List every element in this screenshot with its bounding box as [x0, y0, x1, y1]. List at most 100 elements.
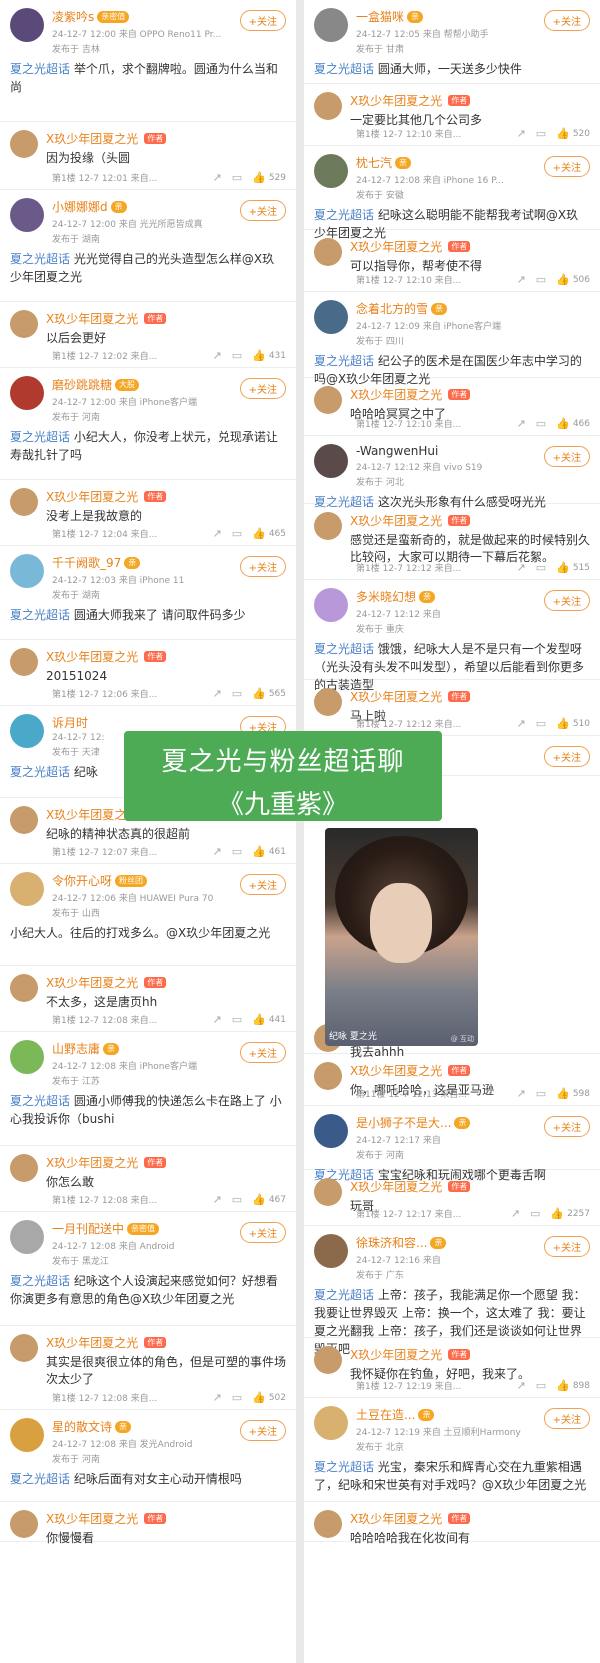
avatar[interactable]	[10, 974, 38, 1002]
username[interactable]: 徐珠济和容...	[356, 1234, 427, 1251]
avatar[interactable]	[10, 8, 44, 42]
share-icon[interactable]: ↗	[516, 273, 525, 286]
follow-button[interactable]: +关注	[543, 10, 590, 31]
topic-link[interactable]: 夏之光超话	[314, 354, 374, 368]
username[interactable]: X玖少年团夏之光	[46, 130, 138, 147]
avatar[interactable]	[10, 1418, 44, 1452]
username[interactable]: X玖少年团夏之光	[350, 512, 442, 529]
username[interactable]: X玖少年团夏之光	[46, 488, 138, 505]
avatar[interactable]	[314, 1346, 342, 1374]
follow-button[interactable]: +关注	[239, 1042, 286, 1063]
share-icon[interactable]: ↗	[516, 561, 525, 574]
username[interactable]: X玖少年团夏之光	[350, 1178, 442, 1195]
username[interactable]: 枕七汽	[356, 154, 392, 171]
topic-link[interactable]: 夏之光超话	[10, 62, 70, 76]
follow-button[interactable]: +关注	[239, 378, 286, 399]
avatar[interactable]	[314, 1510, 342, 1538]
avatar[interactable]	[314, 1178, 342, 1206]
like-icon[interactable]: 👍	[550, 1207, 564, 1220]
username[interactable]: 土豆在造...	[356, 1406, 415, 1423]
avatar[interactable]	[10, 554, 44, 588]
follow-button[interactable]: +关注	[543, 1236, 590, 1257]
follow-button[interactable]: +关注	[543, 1116, 590, 1137]
avatar[interactable]	[10, 1334, 38, 1362]
share-icon[interactable]: ↗	[212, 1193, 221, 1206]
comment-icon[interactable]: ▭	[536, 127, 546, 140]
username[interactable]: X玖少年团夏之光	[350, 92, 442, 109]
avatar[interactable]	[10, 198, 44, 232]
username[interactable]: 多米晓幻想	[356, 588, 416, 605]
like-icon[interactable]: 👍	[556, 273, 570, 286]
topic-link[interactable]: 夏之光超话	[10, 608, 70, 622]
avatar[interactable]	[314, 588, 348, 622]
topic-link[interactable]: 夏之光超话	[314, 62, 374, 76]
username[interactable]: 千千阙歌_97	[52, 554, 121, 571]
avatar[interactable]	[314, 1406, 348, 1440]
share-icon[interactable]: ↗	[212, 687, 221, 700]
comment-icon[interactable]: ▭	[232, 1013, 242, 1026]
username[interactable]: 一月刊配送中	[52, 1220, 124, 1237]
avatar[interactable]	[314, 512, 342, 540]
comment-icon[interactable]: ▭	[232, 1193, 242, 1206]
topic-link[interactable]: 夏之光超话	[10, 1472, 70, 1486]
share-icon[interactable]: ↗	[516, 717, 525, 730]
avatar[interactable]	[314, 1234, 348, 1268]
share-icon[interactable]: ↗	[511, 1207, 520, 1220]
avatar[interactable]	[314, 1114, 348, 1148]
avatar[interactable]	[10, 130, 38, 158]
share-icon[interactable]: ↗	[212, 349, 221, 362]
comment-icon[interactable]: ▭	[232, 171, 242, 184]
share-icon[interactable]: ↗	[516, 1379, 525, 1392]
username[interactable]: 一盒猫咪	[356, 8, 404, 25]
follow-button[interactable]: +关注	[543, 746, 590, 767]
like-icon[interactable]: 👍	[252, 1391, 266, 1404]
comment-icon[interactable]: ▭	[232, 845, 242, 858]
username[interactable]: X玖少年团夏之光	[350, 238, 442, 255]
avatar[interactable]	[314, 386, 342, 414]
username[interactable]: 小娜娜娜d	[52, 198, 108, 215]
share-icon[interactable]: ↗	[516, 127, 525, 140]
like-icon[interactable]: 👍	[252, 845, 266, 858]
like-icon[interactable]: 👍	[556, 417, 570, 430]
topic-link[interactable]: 夏之光超话	[314, 208, 374, 222]
like-icon[interactable]: 👍	[556, 561, 570, 574]
like-icon[interactable]: 👍	[556, 1087, 570, 1100]
username[interactable]: X玖少年团夏之光	[46, 974, 138, 991]
username[interactable]: 是小狮子不是大...	[356, 1114, 451, 1131]
topic-link[interactable]: 夏之光超话	[314, 642, 374, 656]
avatar[interactable]	[314, 92, 342, 120]
username[interactable]: X玖少年团夏之光	[350, 1062, 442, 1079]
username[interactable]: X玖少年团夏之光	[350, 386, 442, 403]
avatar[interactable]	[314, 300, 348, 334]
topic-link[interactable]: 夏之光超话	[10, 765, 70, 779]
username[interactable]: X玖少年团夏之光	[46, 648, 138, 665]
avatar[interactable]	[10, 714, 44, 748]
follow-button[interactable]: +关注	[239, 10, 286, 31]
share-icon[interactable]: ↗	[212, 1391, 221, 1404]
comment-icon[interactable]: ▭	[232, 349, 242, 362]
avatar[interactable]	[10, 1220, 44, 1254]
username[interactable]: -WangwenHui	[356, 444, 438, 458]
follow-button[interactable]: +关注	[543, 446, 590, 467]
like-icon[interactable]: 👍	[252, 687, 266, 700]
follow-button[interactable]: +关注	[239, 1420, 286, 1441]
topic-link[interactable]: 夏之光超话	[314, 1460, 374, 1474]
follow-button[interactable]: +关注	[239, 200, 286, 221]
avatar[interactable]	[10, 806, 38, 834]
username[interactable]: X玖少年团夏之光	[350, 688, 442, 705]
topic-link[interactable]: 夏之光超话	[10, 430, 70, 444]
username[interactable]: 山野志庸	[52, 1040, 100, 1057]
like-icon[interactable]: 👍	[556, 717, 570, 730]
like-icon[interactable]: 👍	[556, 127, 570, 140]
avatar[interactable]	[10, 648, 38, 676]
follow-button[interactable]: +关注	[239, 556, 286, 577]
avatar[interactable]	[314, 238, 342, 266]
username[interactable]: X玖少年团夏之光	[350, 1346, 442, 1363]
comment-icon[interactable]: ▭	[232, 687, 242, 700]
like-icon[interactable]: 👍	[252, 349, 266, 362]
like-icon[interactable]: 👍	[252, 171, 266, 184]
username[interactable]: X玖少年团夏之光	[46, 1154, 138, 1171]
comment-icon[interactable]: ▭	[232, 1391, 242, 1404]
comment-icon[interactable]: ▭	[530, 1207, 540, 1220]
follow-button[interactable]: +关注	[239, 874, 286, 895]
